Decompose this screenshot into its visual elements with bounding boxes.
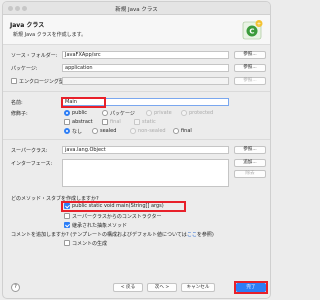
interfaces-remove-button[interactable]: 除去 bbox=[234, 170, 266, 178]
next-button[interactable]: 次へ > bbox=[147, 283, 177, 292]
source-folder-label: ソース・フォルダー: bbox=[11, 53, 58, 59]
help-button[interactable]: ? bbox=[11, 283, 20, 292]
page-title: Java クラス bbox=[10, 22, 45, 29]
package-browse-button[interactable]: 参照... bbox=[234, 64, 266, 72]
package-radio-label: パッケージ bbox=[110, 111, 135, 117]
non-sealed-radio[interactable] bbox=[130, 128, 136, 134]
interfaces-list[interactable] bbox=[62, 159, 229, 187]
protected-radio[interactable] bbox=[181, 110, 187, 116]
new-java-class-dialog: 新規 Java クラス Java クラス 新規 Java クラスを作成します。 … bbox=[2, 1, 271, 299]
public-radio[interactable] bbox=[64, 110, 70, 116]
sealed-none-label: なし bbox=[72, 129, 83, 135]
non-sealed-radio-label: non-sealed bbox=[138, 128, 166, 134]
page-description: 新規 Java クラスを作成します。 bbox=[13, 32, 87, 38]
private-radio-label: private bbox=[154, 110, 172, 116]
sealed-final-radio-label: final bbox=[181, 128, 192, 134]
sealed-none-radio[interactable] bbox=[64, 128, 70, 134]
inherited-methods-checkbox[interactable] bbox=[64, 222, 70, 228]
comments-question: コメントを追加しますか? (テンプレートの構成およびデフォルト値についてはここを… bbox=[11, 232, 214, 238]
window-title: 新規 Java クラス bbox=[115, 7, 158, 13]
name-label: 名前: bbox=[11, 100, 23, 106]
package-label: パッケージ: bbox=[11, 66, 38, 72]
private-radio[interactable] bbox=[146, 110, 152, 116]
section-divider bbox=[3, 139, 270, 140]
superclass-browse-button[interactable]: 参照... bbox=[234, 146, 266, 154]
generate-comments-checkbox[interactable] bbox=[64, 240, 70, 246]
abstract-checkbox[interactable] bbox=[64, 119, 70, 125]
section-divider bbox=[3, 91, 270, 92]
enclosing-type-label: エンクロージング型: bbox=[19, 79, 66, 85]
static-checkbox-label: static bbox=[142, 119, 156, 125]
title-bar: 新規 Java クラス bbox=[3, 2, 270, 15]
protected-radio-label: protected bbox=[189, 110, 214, 116]
templates-link[interactable]: ここ bbox=[187, 232, 197, 238]
superclass-field[interactable]: java.lang.Object bbox=[62, 146, 229, 154]
public-radio-label: public bbox=[72, 110, 88, 116]
package-field[interactable]: application bbox=[62, 64, 229, 72]
enclosing-type-browse-button[interactable]: 参照... bbox=[234, 77, 266, 85]
new-class-wizard-icon: C + bbox=[242, 20, 263, 40]
package-radio[interactable] bbox=[102, 110, 108, 116]
back-button[interactable]: < 戻る bbox=[113, 283, 143, 292]
main-method-highlight-box bbox=[61, 201, 186, 212]
modifiers-label: 修飾子: bbox=[11, 111, 28, 117]
sealed-radio-label: sealed bbox=[100, 128, 117, 134]
name-highlight-box bbox=[61, 97, 106, 108]
svg-text:+: + bbox=[257, 21, 261, 27]
static-checkbox[interactable] bbox=[134, 119, 140, 125]
abstract-checkbox-label: abstract bbox=[72, 119, 93, 125]
sealed-radio[interactable] bbox=[92, 128, 98, 134]
final-checkbox[interactable] bbox=[102, 119, 108, 125]
generate-comments-label: コメントの生成 bbox=[72, 241, 108, 247]
svg-text:C: C bbox=[249, 28, 254, 36]
enclosing-type-field[interactable] bbox=[62, 77, 229, 85]
source-folder-field[interactable]: JavaFXApp/src bbox=[62, 51, 229, 59]
enclosing-type-checkbox[interactable] bbox=[11, 78, 17, 84]
cancel-button[interactable]: キャンセル bbox=[181, 283, 215, 292]
finish-highlight-box bbox=[234, 281, 268, 294]
inherited-methods-label: 継承された抽象メソッド bbox=[72, 223, 128, 229]
constructors-label: スーパークラスからのコンストラクター bbox=[72, 214, 162, 220]
final-checkbox-label: final bbox=[110, 119, 121, 125]
sealed-final-radio[interactable] bbox=[173, 128, 179, 134]
constructors-checkbox[interactable] bbox=[64, 213, 70, 219]
source-folder-browse-button[interactable]: 参照... bbox=[234, 51, 266, 59]
interfaces-add-button[interactable]: 追加... bbox=[234, 159, 266, 167]
superclass-label: スーパークラス: bbox=[11, 148, 48, 154]
interfaces-label: インターフェース: bbox=[11, 161, 53, 167]
wizard-header: Java クラス 新規 Java クラスを作成します。 C + bbox=[3, 15, 270, 45]
